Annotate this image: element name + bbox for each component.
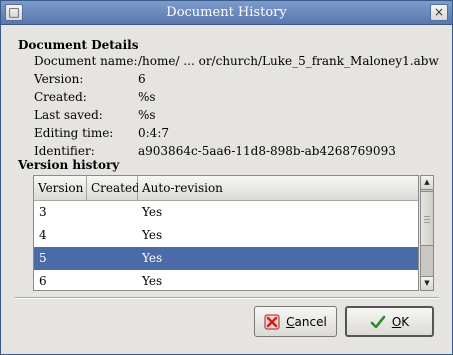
details-list: Document name: /home/ ... or/church/Luke… [34,54,439,162]
auto-revision-cell: Yes [142,274,163,288]
detail-label: Last saved: [34,108,103,122]
version-value: 6 [138,72,146,86]
column-header-created[interactable]: Created [87,176,140,201]
ok-button[interactable]: OK [345,306,434,337]
version-history-list[interactable]: Version Created Auto-revision 3 Yes 4 Ye… [33,175,419,291]
grip-line [424,222,430,223]
auto-revision-cell: Yes [142,228,163,242]
details-heading: Document Details [18,38,139,52]
column-header-auto-revision[interactable]: Auto-revision [138,176,418,201]
created-value: %s [138,90,156,104]
table-row[interactable]: 3 Yes [34,201,418,224]
auto-revision-cell: Yes [142,251,163,265]
scroll-down-icon[interactable]: ▼ [421,276,433,290]
detail-label: Created: [34,90,87,104]
grip-line [424,219,430,220]
column-header-version[interactable]: Version [34,176,87,201]
button-separator [15,297,439,299]
detail-row-created: Created: %s [34,90,439,108]
checkmark-icon [370,315,386,328]
table-row[interactable]: 6 Yes [34,270,418,290]
detail-row-name: Document name: /home/ ... or/church/Luke… [34,54,439,72]
detail-row-last-saved: Last saved: %s [34,108,439,126]
vertical-scrollbar[interactable]: ▲ ▼ [420,175,434,291]
grip-line [424,216,430,217]
close-button[interactable]: × [430,4,448,21]
title-bar[interactable]: □ Document History × [1,1,452,25]
version-cell: 5 [39,251,47,265]
scrollbar-thumb[interactable] [421,191,433,246]
version-history-heading: Version history [18,158,120,172]
last-saved-value: %s [138,108,156,122]
cancel-button[interactable]: Cancel [254,306,337,337]
version-cell: 3 [39,205,47,219]
list-header: Version Created Auto-revision [34,176,418,201]
ok-label: OK [391,314,410,329]
identifier-value: a903864c-5aa6-11d8-898b-ab4268769093 [138,144,396,158]
detail-row-editing-time: Editing time: 0:4:7 [34,126,439,144]
detail-row-version: Version: 6 [34,72,439,90]
detail-label: Version: [34,72,84,86]
detail-label: Editing time: [34,126,114,140]
detail-label: Document name: [34,54,138,68]
scroll-up-icon[interactable]: ▲ [421,176,433,190]
cancel-x-icon [264,314,280,329]
version-cell: 6 [39,274,47,288]
table-row[interactable]: 4 Yes [34,224,418,247]
window-title: Document History [166,5,287,20]
document-history-dialog: □ Document History × Document Details Do… [0,0,453,355]
document-name-value: /home/ ... or/church/Luke_5_frank_Malone… [138,54,439,68]
version-cell: 4 [39,228,47,242]
auto-revision-cell: Yes [142,205,163,219]
table-row-selected[interactable]: 5 Yes [34,247,418,270]
cancel-label: Cancel [286,314,327,329]
editing-time-value: 0:4:7 [138,126,169,140]
